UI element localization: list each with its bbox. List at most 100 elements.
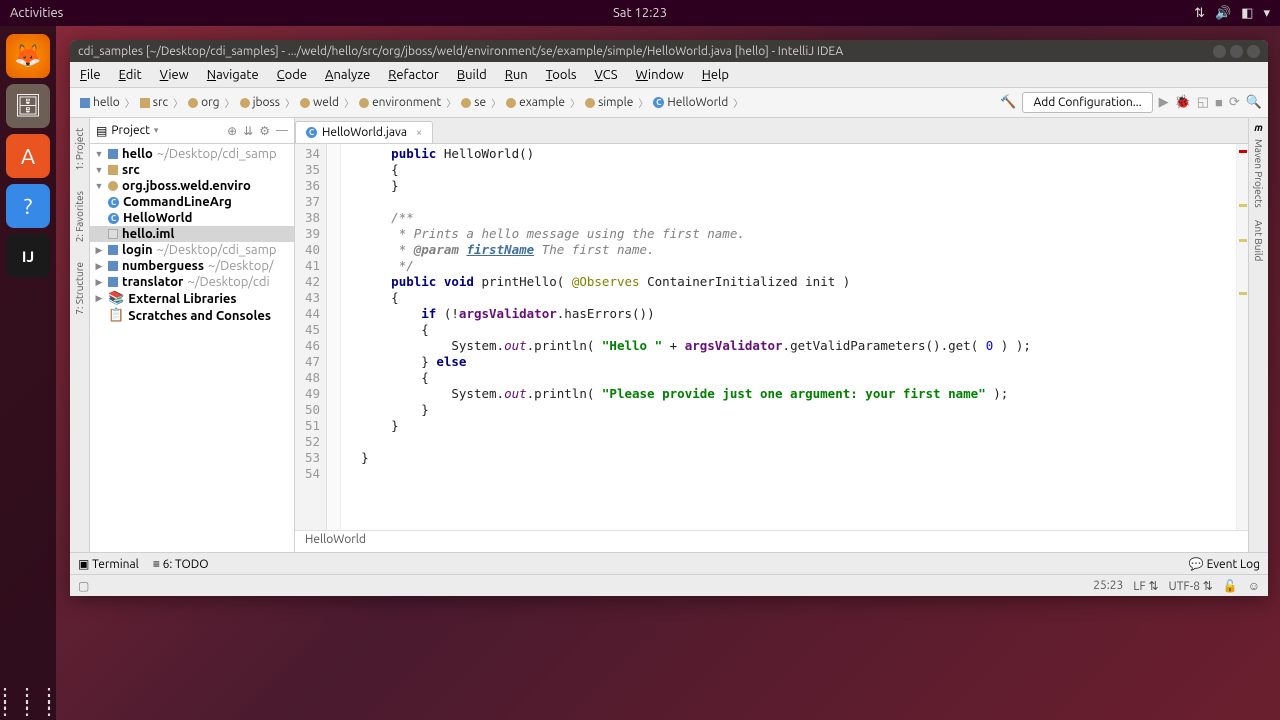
line-number-gutter[interactable]: 34 35 36 37 38 39 40 41 42 43 44 45 46 4…	[295, 144, 327, 530]
system-tray[interactable]: ⇅ 🔊 ◧ ▾	[1194, 6, 1270, 21]
tree-node[interactable]: 📋 Scratches and Consoles	[90, 307, 294, 324]
chevron-right-icon: 〉	[570, 95, 580, 110]
warning-marker[interactable]	[1239, 239, 1247, 242]
debug-icon[interactable]: 🐞	[1175, 95, 1191, 110]
tool-2-favorites[interactable]: 2: Favorites	[74, 191, 85, 242]
code-editor[interactable]: public HelloWorld() { } /** * Prints a h…	[341, 144, 1236, 530]
tree-node[interactable]: ▼ hello ~/Desktop/cdi_samp	[90, 146, 294, 162]
menu-tools[interactable]: Tools	[546, 68, 577, 82]
tree-twistie-icon[interactable]: ▶	[94, 245, 104, 256]
file-encoding[interactable]: UTF-8 ⇅	[1169, 579, 1213, 593]
minimize-icon[interactable]	[1213, 45, 1226, 58]
breadcrumb-item[interactable]: simple	[581, 94, 637, 111]
fold-gutter[interactable]	[327, 144, 341, 530]
activities-button[interactable]: Activities	[10, 6, 63, 20]
close-tab-icon[interactable]: ×	[416, 127, 422, 139]
firefox-icon[interactable]: 🦊	[6, 34, 50, 78]
tree-twistie-icon[interactable]: ▶	[94, 293, 104, 304]
status-icon[interactable]: ▢	[78, 579, 89, 593]
software-icon[interactable]: A	[6, 134, 50, 178]
sound-icon[interactable]: 🔊	[1215, 6, 1231, 21]
menu-refactor[interactable]: Refactor	[388, 68, 439, 82]
tree-node[interactable]: ▼ org.jboss.weld.enviro	[90, 178, 294, 194]
chevron-down-icon[interactable]: ▾	[1263, 6, 1270, 21]
menu-file[interactable]: File	[80, 68, 101, 82]
breadcrumb-item[interactable]: org	[184, 94, 223, 111]
search-icon[interactable]: 🔍	[1246, 95, 1262, 110]
hide-icon[interactable]: —	[276, 124, 288, 138]
window-titlebar[interactable]: cdi_samples [~/Desktop/cdi_samples] - ..…	[70, 40, 1268, 62]
stop-icon[interactable]: ■	[1215, 95, 1223, 110]
menu-vcs[interactable]: VCS	[595, 68, 618, 82]
breadcrumb-item[interactable]: weld	[296, 94, 343, 111]
project-view-label[interactable]: Project	[111, 124, 150, 137]
breadcrumb-item[interactable]: CHelloWorld	[649, 94, 732, 111]
battery-icon[interactable]: ◧	[1241, 6, 1253, 21]
tree-twistie-icon[interactable]: ▼	[94, 181, 104, 191]
project-tree[interactable]: ▼ hello ~/Desktop/cdi_samp▼ src▼ org.jbo…	[90, 144, 294, 552]
breadcrumb-item[interactable]: se	[457, 94, 490, 111]
show-apps-icon[interactable]: ⋮⋮⋮⋮⋮⋮⋮⋮⋮	[0, 692, 61, 710]
tree-node[interactable]: ▶ translator ~/Desktop/cdi	[90, 274, 294, 290]
menu-edit[interactable]: Edit	[119, 68, 142, 82]
breadcrumb-item[interactable]: example	[502, 94, 569, 111]
warning-marker[interactable]	[1239, 204, 1247, 207]
coverage-icon[interactable]: ◱	[1197, 95, 1209, 110]
menu-navigate[interactable]: Navigate	[207, 68, 259, 82]
tree-twistie-icon[interactable]: ▶	[94, 261, 104, 272]
readonly-icon[interactable]: 🔓	[1223, 579, 1238, 593]
terminal-button[interactable]: ▣ Terminal	[78, 557, 139, 571]
tree-node[interactable]: ▼ src	[90, 162, 294, 178]
intellij-icon[interactable]: IJ	[6, 234, 50, 278]
editor-breadcrumb[interactable]: HelloWorld	[295, 530, 1248, 552]
run-icon[interactable]: ▶	[1159, 95, 1169, 110]
network-icon[interactable]: ⇅	[1194, 6, 1205, 21]
cursor-position[interactable]: 25:23	[1093, 579, 1123, 593]
tree-node[interactable]: C HelloWorld	[90, 210, 294, 226]
tree-twistie-icon[interactable]: ▶	[94, 277, 104, 288]
tool-maven-projects[interactable]: Maven Projects	[1253, 139, 1264, 208]
menu-help[interactable]: Help	[702, 68, 729, 82]
line-separator[interactable]: LF ⇅	[1133, 579, 1158, 593]
menu-run[interactable]: Run	[505, 68, 528, 82]
hector-icon[interactable]: ☺	[1248, 579, 1260, 593]
tree-twistie-icon[interactable]: ▼	[94, 165, 104, 175]
menu-view[interactable]: View	[160, 68, 189, 82]
tool-7-structure[interactable]: 7: Structure	[74, 262, 85, 315]
clock[interactable]: Sat 12:23	[613, 6, 667, 20]
dropdown-icon[interactable]: ▾	[154, 125, 159, 136]
run-config-button[interactable]: Add Configuration...	[1022, 92, 1152, 113]
tool-ant-build[interactable]: Ant Build	[1253, 220, 1264, 261]
files-icon[interactable]: 🗄	[6, 84, 50, 128]
tree-node[interactable]: C CommandLineArg	[90, 194, 294, 210]
warning-marker[interactable]	[1239, 292, 1247, 295]
gear-icon[interactable]: ⚙	[259, 124, 270, 138]
error-marker[interactable]	[1239, 150, 1247, 153]
tree-node[interactable]: ▶ numberguess ~/Desktop/	[90, 258, 294, 274]
collapse-icon[interactable]: ⇊	[243, 124, 253, 138]
todo-button[interactable]: ≡ 6: TODO	[153, 557, 209, 571]
window-title: cdi_samples [~/Desktop/cdi_samples] - ..…	[78, 45, 843, 58]
tab-helloworld[interactable]: C HelloWorld.java ×	[295, 121, 433, 143]
breadcrumb-item[interactable]: environment	[355, 94, 445, 111]
breadcrumb-item[interactable]: jboss	[236, 94, 284, 111]
tree-node[interactable]: ▶📚 External Libraries	[90, 290, 294, 307]
error-stripe[interactable]	[1236, 144, 1248, 530]
target-icon[interactable]: ⊕	[227, 124, 237, 138]
maximize-icon[interactable]	[1230, 45, 1243, 58]
breadcrumb-item[interactable]: hello	[76, 94, 124, 111]
event-log-button[interactable]: 💬 Event Log	[1189, 557, 1260, 571]
tree-twistie-icon[interactable]: ▼	[94, 149, 104, 159]
tree-node[interactable]: hello.iml	[90, 226, 294, 242]
menu-window[interactable]: Window	[636, 68, 684, 82]
close-icon[interactable]	[1247, 45, 1260, 58]
menu-build[interactable]: Build	[457, 68, 487, 82]
menu-analyze[interactable]: Analyze	[325, 68, 370, 82]
menu-code[interactable]: Code	[277, 68, 307, 82]
build-icon[interactable]: 🔨	[1000, 95, 1016, 110]
help-icon[interactable]: ?	[6, 184, 50, 228]
vcs-icon[interactable]: ⟳	[1229, 95, 1240, 110]
tool-1-project[interactable]: 1: Project	[74, 128, 85, 171]
tree-node[interactable]: ▶ login ~/Desktop/cdi_samp	[90, 242, 294, 258]
breadcrumb-item[interactable]: src	[136, 94, 172, 111]
